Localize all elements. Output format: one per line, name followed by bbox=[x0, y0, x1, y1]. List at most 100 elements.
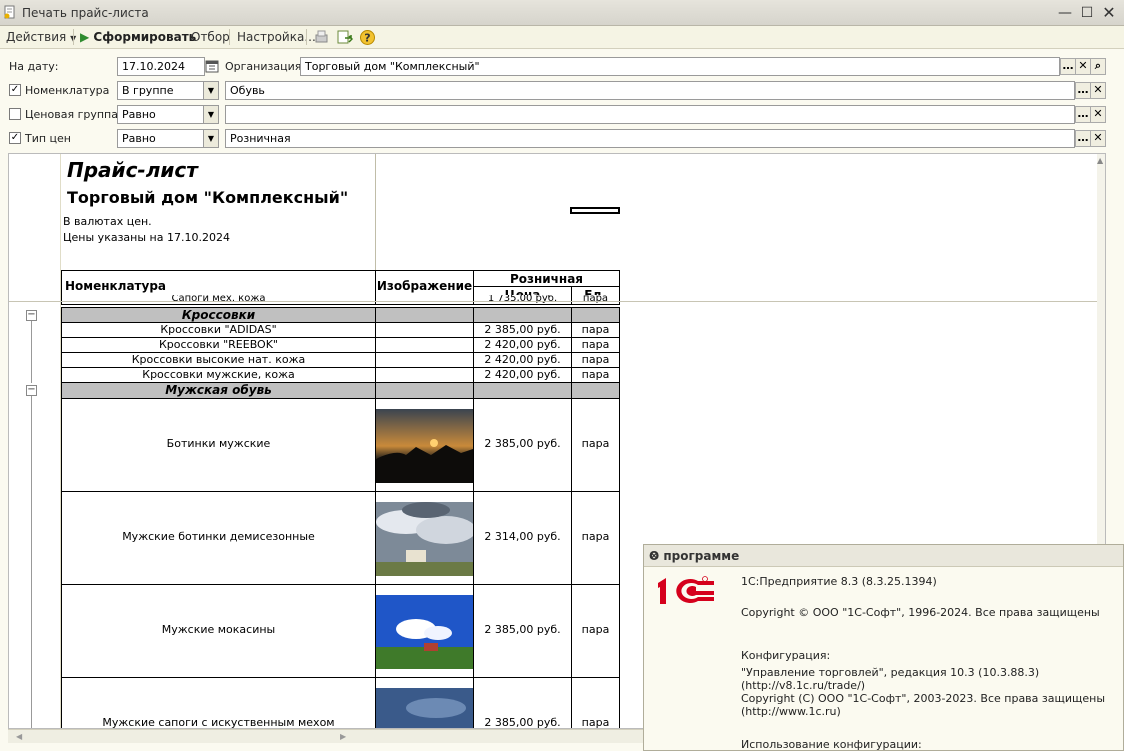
report-title: Прайс-лист bbox=[67, 158, 198, 182]
collapse-icon[interactable]: − bbox=[26, 310, 37, 321]
image-cell bbox=[375, 398, 474, 492]
condition-select[interactable]: Равно bbox=[117, 105, 204, 124]
table-row: Кроссовки "REEBOK" bbox=[61, 337, 376, 353]
blue-sky-photo bbox=[376, 595, 473, 669]
chevron-down-icon[interactable]: ▼ bbox=[203, 105, 219, 124]
condition-select[interactable]: В группе bbox=[117, 81, 204, 100]
table-row: Кроссовки мужские, кожа bbox=[61, 367, 376, 383]
price-group-checkbox[interactable] bbox=[9, 108, 21, 120]
configuration-name: "Управление торговлей", редакция 10.3 (1… bbox=[741, 666, 1040, 679]
toolbar-divider bbox=[229, 29, 230, 45]
image-cell bbox=[375, 491, 474, 585]
table-cell: пара bbox=[571, 352, 620, 368]
filter-value-input[interactable]: Розничная bbox=[225, 129, 1075, 148]
clear-icon[interactable]: ✕ bbox=[1090, 82, 1106, 99]
select-button[interactable]: … bbox=[1075, 106, 1091, 123]
chevron-down-icon[interactable]: ▼ bbox=[203, 129, 219, 148]
scroll-up-icon[interactable]: ▲ bbox=[1097, 156, 1103, 165]
date-label: На дату: bbox=[9, 60, 59, 73]
nomenclature-checkbox[interactable]: ✓ bbox=[9, 84, 21, 96]
close-icon[interactable]: ✕ bbox=[1100, 4, 1118, 22]
group-row: Мужская обувь bbox=[61, 382, 376, 399]
table-cell: пара bbox=[571, 491, 620, 585]
organization-input[interactable]: Торговый дом "Комплексный" bbox=[300, 57, 1060, 76]
table-cell: 2 420,00 руб. bbox=[473, 352, 572, 368]
export-icon[interactable] bbox=[336, 29, 353, 46]
dark-sky-photo bbox=[376, 688, 473, 728]
toolbar-divider bbox=[73, 29, 74, 45]
close-icon[interactable]: ✕ bbox=[649, 549, 1117, 563]
filter-label: Ценовая группа bbox=[25, 108, 118, 121]
scroll-right-icon[interactable]: ▶ bbox=[340, 732, 346, 741]
settings-button[interactable]: Настройка... bbox=[237, 30, 316, 44]
table-cell: 1 735,00 руб. bbox=[473, 295, 572, 305]
select-button[interactable]: … bbox=[1060, 58, 1076, 75]
about-title-bar: О программе ✕ bbox=[644, 545, 1123, 567]
title-bar: Печать прайс-листа — ☐ ✕ bbox=[0, 0, 1124, 26]
toolbar: Действия ▼ ▶ Сформировать Отбор Настройк… bbox=[0, 26, 1124, 49]
date-input[interactable]: 17.10.2024 bbox=[117, 57, 205, 76]
condition-select[interactable]: Равно bbox=[117, 129, 204, 148]
group-cell bbox=[473, 307, 572, 323]
table-cell: пара bbox=[571, 295, 620, 305]
table-cell: 2 385,00 руб. bbox=[473, 677, 572, 728]
table-cell: 2 420,00 руб. bbox=[473, 367, 572, 383]
table-cell: 2 314,00 руб. bbox=[473, 491, 572, 585]
configuration-label: Конфигурация: bbox=[741, 649, 831, 662]
generate-button[interactable]: ▶ Сформировать bbox=[80, 30, 196, 44]
filter-value-input[interactable]: Обувь bbox=[225, 81, 1075, 100]
filter-button[interactable]: Отбор bbox=[191, 30, 230, 44]
1c-logo bbox=[658, 576, 714, 604]
maximize-icon[interactable]: ☐ bbox=[1078, 4, 1096, 22]
table-cell: пара bbox=[571, 367, 620, 383]
configuration-site[interactable]: (http://www.1c.ru) bbox=[741, 705, 841, 718]
filter-value-input[interactable] bbox=[225, 105, 1075, 124]
table-cell: 2 385,00 руб. bbox=[473, 584, 572, 678]
product-version: 1С:Предприятие 8.3 (8.3.25.1394) bbox=[741, 575, 937, 588]
group-bracket bbox=[31, 396, 32, 728]
table-cell bbox=[375, 322, 474, 338]
calendar-icon[interactable] bbox=[205, 59, 219, 73]
help-icon[interactable]: ? bbox=[359, 29, 376, 46]
table-cell: пара bbox=[571, 584, 620, 678]
date-note: Цены указаны на 17.10.2024 bbox=[63, 231, 230, 244]
group-cell bbox=[473, 382, 572, 399]
scroll-left-icon[interactable]: ◀ bbox=[16, 732, 22, 741]
select-button[interactable]: … bbox=[1075, 130, 1091, 147]
select-button[interactable]: … bbox=[1075, 82, 1091, 99]
price-list-window: Печать прайс-листа — ☐ ✕ Действия ▼ ▶ Сф… bbox=[0, 0, 1124, 751]
actions-menu[interactable]: Действия ▼ bbox=[6, 30, 76, 44]
clear-icon[interactable]: ✕ bbox=[1090, 106, 1106, 123]
product-copyright: Copyright © ООО "1С-Софт", 1996-2024. Вс… bbox=[741, 606, 1100, 619]
minimize-icon[interactable]: — bbox=[1056, 4, 1074, 22]
table-row: Мужские мокасины bbox=[61, 584, 376, 678]
clear-icon[interactable]: ✕ bbox=[1090, 130, 1106, 147]
image-cell bbox=[375, 584, 474, 678]
selected-cell-marker[interactable] bbox=[570, 207, 620, 214]
configuration-url[interactable]: (http://v8.1c.ru/trade/) bbox=[741, 679, 865, 692]
report-organization: Торговый дом "Комплексный" bbox=[67, 188, 349, 207]
table-cell bbox=[375, 367, 474, 383]
svg-text:?: ? bbox=[364, 32, 370, 45]
toolbar-divider bbox=[306, 29, 307, 45]
table-cell: 2 385,00 руб. bbox=[473, 322, 572, 338]
usage-label: Использование конфигурации: bbox=[741, 738, 922, 751]
currency-note: В валютах цен. bbox=[63, 215, 152, 228]
clear-icon[interactable]: ✕ bbox=[1075, 58, 1091, 75]
price-type-checkbox[interactable]: ✓ bbox=[9, 132, 21, 144]
search-icon[interactable]: ⌕ bbox=[1090, 58, 1106, 75]
configuration-copyright: Copyright (C) ООО "1С-Софт", 2003-2023. … bbox=[741, 692, 1106, 705]
filter-row-price-type: ✓ Тип цен Равно ▼ Розничная … ✕ bbox=[0, 128, 1124, 150]
chevron-down-icon[interactable]: ▼ bbox=[203, 81, 219, 100]
filter-label: Тип цен bbox=[25, 132, 72, 145]
collapse-icon[interactable]: − bbox=[26, 385, 37, 396]
table-cell bbox=[375, 295, 474, 305]
sunset-photo bbox=[376, 409, 473, 483]
table-cell: 2 420,00 руб. bbox=[473, 337, 572, 353]
date-org-row: На дату: 17.10.2024 Организация: Торговы… bbox=[0, 56, 1124, 78]
table-cell: пара bbox=[571, 677, 620, 728]
table-row: Кроссовки высокие нат. кожа bbox=[61, 352, 376, 368]
group-cell bbox=[375, 382, 474, 399]
print-icon[interactable] bbox=[313, 29, 330, 46]
window-title: Печать прайс-листа bbox=[22, 6, 149, 20]
